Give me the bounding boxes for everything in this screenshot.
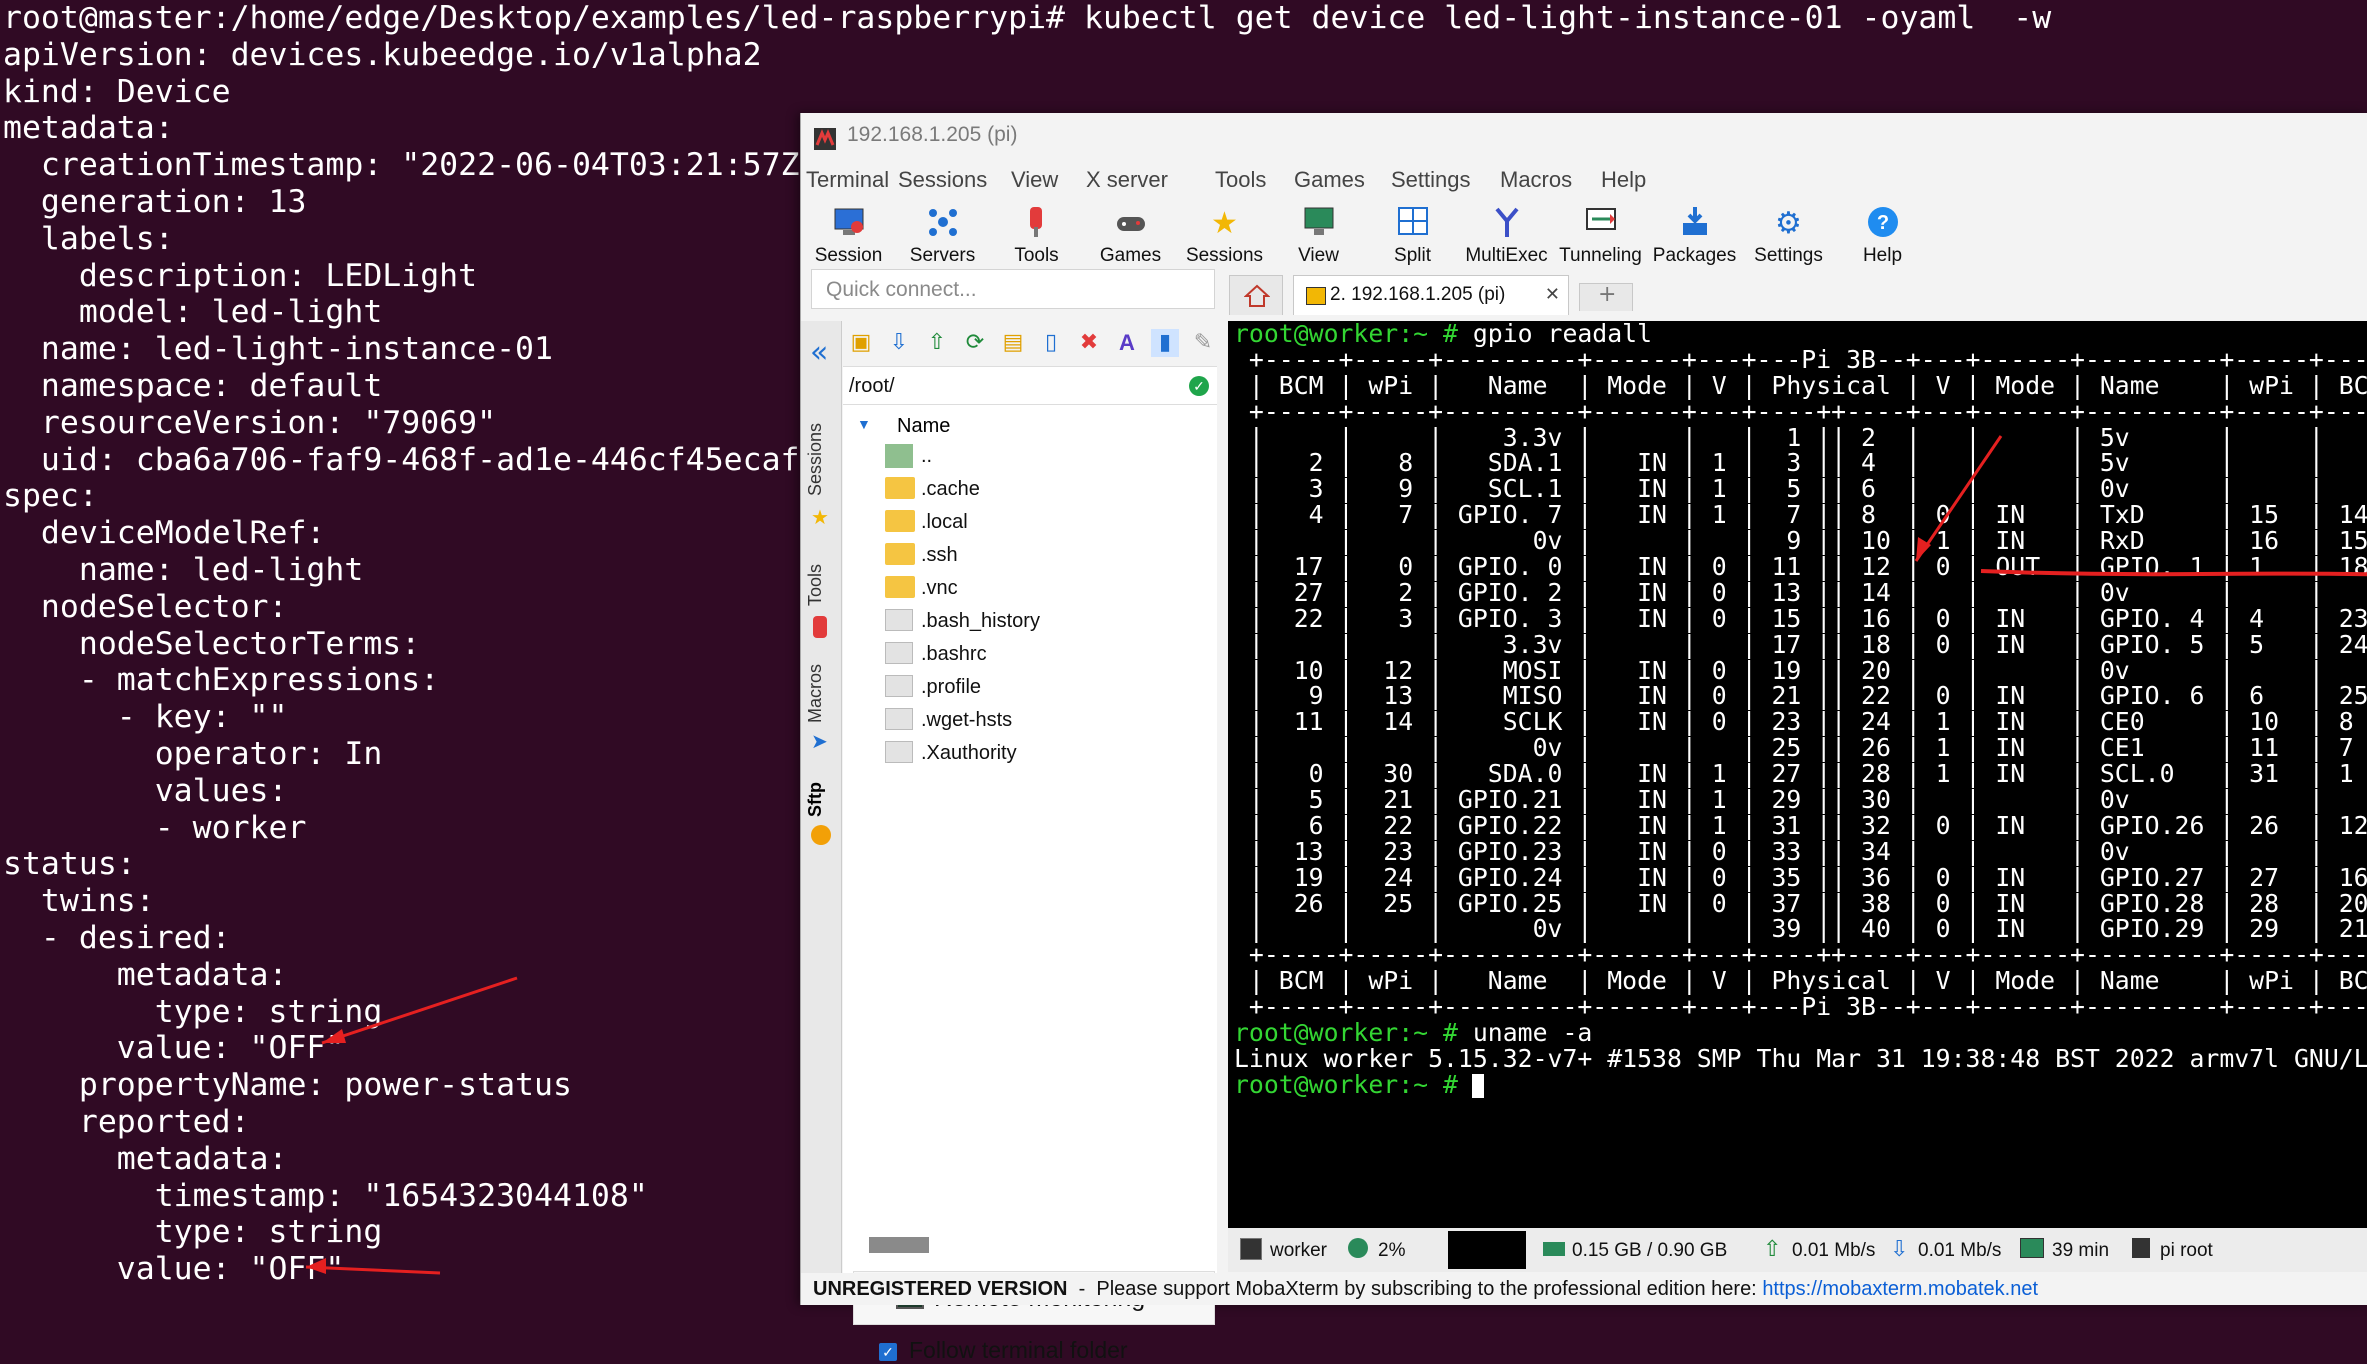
download-icon: ⇩	[1890, 1236, 1909, 1261]
checkbox-checked-icon: ✓	[879, 1342, 897, 1361]
memory-icon	[1543, 1242, 1565, 1256]
mobaxterm-window: 192.168.1.205 (pi) Terminal Sessions Vie…	[800, 113, 2367, 1363]
uptime-icon	[2020, 1238, 2044, 1258]
status-download: 0.01 Mb/s	[1918, 1240, 2002, 1261]
upload-icon: ⇧	[1763, 1236, 1782, 1261]
status-uptime: 39 min	[2052, 1240, 2110, 1261]
status-memory: 0.15 GB / 0.90 GB	[1572, 1240, 1728, 1261]
status-cpu: 2%	[1378, 1240, 1406, 1261]
unregistered-label: UNREGISTERED VERSION	[813, 1278, 1068, 1300]
host-icon	[1240, 1238, 1262, 1260]
status-host: worker	[1270, 1240, 1328, 1261]
status-users: pi root	[2160, 1240, 2213, 1261]
status-upload: 0.01 Mb/s	[1792, 1240, 1876, 1261]
follow-terminal-folder-label: Follow terminal folder	[909, 1337, 1128, 1363]
support-link[interactable]: https://mobaxterm.mobatek.net	[1762, 1278, 2038, 1300]
status-bar: worker 2% 0.15 GB / 0.90 GB ⇧ 0.01 Mb/s …	[1228, 1228, 2367, 1272]
unregistered-banner: UNREGISTERED VERSION - Please support Mo…	[801, 1273, 2367, 1305]
cpu-icon	[1348, 1238, 1368, 1258]
cpu-graph	[1448, 1231, 1526, 1269]
annotation-arrow-right	[1914, 435, 2367, 577]
support-text: - Please support MobaXterm by subscribin…	[1067, 1278, 1763, 1300]
annotation-arrows-left	[305, 976, 518, 1275]
users-icon	[2132, 1238, 2150, 1258]
follow-terminal-folder-checkbox[interactable]: ✓ Follow terminal folder	[879, 1337, 1128, 1364]
